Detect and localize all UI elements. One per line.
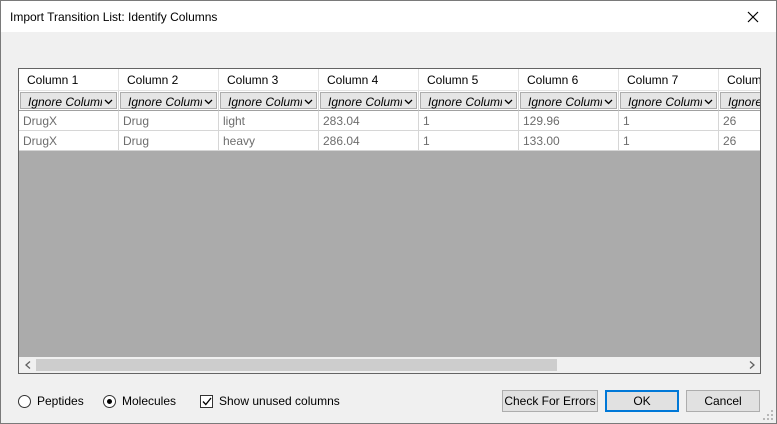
column-header[interactable]: Column 3	[219, 69, 319, 91]
column-type-value: Ignore Column	[628, 95, 702, 109]
table-cell[interactable]: 1	[419, 131, 519, 151]
column-type-value: Ignore Column	[528, 95, 602, 109]
radio-selected-dot	[107, 398, 112, 404]
cancel-button[interactable]: Cancel	[686, 390, 760, 412]
table-cell[interactable]: Drug	[119, 131, 219, 151]
column-type-cell: Ignore Column	[719, 91, 760, 111]
column-type-cell: Ignore Column	[219, 91, 319, 111]
column-header[interactable]: Column 2	[119, 69, 219, 91]
window-title: Import Transition List: Identify Columns	[10, 10, 218, 24]
header-row: Column 1 Column 2 Column 3 Column 4 Colu…	[19, 69, 760, 91]
table-cell[interactable]: DrugX	[19, 111, 119, 131]
column-type-dropdown[interactable]: Ignore Column	[320, 92, 417, 109]
column-type-value: Ignore Column	[128, 95, 202, 109]
chevron-down-icon	[404, 99, 413, 105]
chevron-down-icon	[304, 99, 313, 105]
table-cell[interactable]: 26	[719, 111, 760, 131]
show-unused-columns-label[interactable]: Show unused columns	[219, 394, 340, 408]
column-type-dropdown[interactable]: Ignore Column	[120, 92, 217, 109]
column-type-value: Ignore Column	[328, 95, 402, 109]
peptides-radio[interactable]: Peptides	[18, 394, 84, 408]
peptides-radio-label[interactable]: Peptides	[37, 394, 84, 408]
column-type-cell: Ignore Column	[19, 91, 119, 111]
close-icon	[747, 11, 759, 22]
table-row: DrugX Drug light 283.04 1 129.96 1 26	[19, 111, 760, 131]
table-cell[interactable]: heavy	[219, 131, 319, 151]
column-header[interactable]: Column 5	[419, 69, 519, 91]
column-type-value: Ignore Column	[428, 95, 502, 109]
columns-grid[interactable]: Column 1 Column 2 Column 3 Column 4 Colu…	[18, 68, 761, 374]
show-unused-columns-box[interactable]	[200, 394, 213, 408]
column-type-dropdown[interactable]: Ignore Column	[620, 92, 717, 109]
column-header[interactable]: Column 4	[319, 69, 419, 91]
ok-button[interactable]: OK	[605, 390, 679, 412]
table-cell[interactable]: 133.00	[519, 131, 619, 151]
molecules-radio[interactable]: Molecules	[103, 394, 176, 408]
chevron-down-icon	[604, 99, 613, 105]
table-cell[interactable]: Drug	[119, 111, 219, 131]
chevron-down-icon	[204, 99, 213, 105]
check-for-errors-button[interactable]: Check For Errors	[502, 390, 598, 412]
column-type-row: Ignore Column Ignore Column Ignore Colum…	[19, 91, 760, 111]
table-cell[interactable]: 286.04	[319, 131, 419, 151]
scroll-thumb[interactable]	[36, 359, 557, 371]
molecules-radio-circle[interactable]	[103, 394, 116, 408]
scroll-left-button[interactable]	[19, 357, 36, 373]
table-cell[interactable]: 1	[619, 111, 719, 131]
table-cell[interactable]: 283.04	[319, 111, 419, 131]
column-type-value: Ignore Column	[28, 95, 102, 109]
column-type-cell: Ignore Column	[419, 91, 519, 111]
checkmark-icon	[202, 397, 212, 405]
table-cell[interactable]: DrugX	[19, 131, 119, 151]
scroll-left-icon	[24, 361, 30, 369]
table-cell[interactable]: light	[219, 111, 319, 131]
column-type-cell: Ignore Column	[519, 91, 619, 111]
table-cell[interactable]: 129.96	[519, 111, 619, 131]
column-type-dropdown[interactable]: Ignore Column	[420, 92, 517, 109]
title-bar: Import Transition List: Identify Columns	[1, 1, 776, 32]
column-type-value: Ignore Column	[728, 95, 760, 109]
chevron-down-icon	[704, 99, 713, 105]
column-type-dropdown[interactable]: Ignore Column	[20, 92, 117, 109]
chevron-down-icon	[504, 99, 513, 105]
column-type-dropdown[interactable]: Ignore Column	[520, 92, 617, 109]
table-cell[interactable]: 26	[719, 131, 760, 151]
import-transition-list-dialog: Import Transition List: Identify Columns…	[0, 0, 777, 424]
column-type-cell: Ignore Column	[119, 91, 219, 111]
horizontal-scrollbar[interactable]	[19, 357, 760, 373]
table-cell[interactable]: 1	[419, 111, 519, 131]
resize-grip-icon[interactable]	[762, 409, 774, 421]
chevron-down-icon	[104, 99, 113, 105]
table-row: DrugX Drug heavy 286.04 1 133.00 1 26	[19, 131, 760, 151]
column-type-cell: Ignore Column	[619, 91, 719, 111]
show-unused-columns-checkbox[interactable]: Show unused columns	[200, 394, 340, 408]
column-type-dropdown[interactable]: Ignore Column	[720, 92, 760, 109]
scroll-right-button[interactable]	[743, 357, 760, 373]
column-header[interactable]: Column 6	[519, 69, 619, 91]
column-header[interactable]: Column 8	[719, 69, 760, 91]
scroll-right-icon	[749, 361, 755, 369]
table-cell[interactable]: 1	[619, 131, 719, 151]
grid-viewport: Column 1 Column 2 Column 3 Column 4 Colu…	[19, 69, 760, 357]
molecules-radio-label[interactable]: Molecules	[122, 394, 176, 408]
column-type-dropdown[interactable]: Ignore Column	[220, 92, 317, 109]
column-type-cell: Ignore Column	[319, 91, 419, 111]
peptides-radio-circle[interactable]	[18, 394, 31, 408]
close-button[interactable]	[730, 1, 776, 32]
column-header[interactable]: Column 7	[619, 69, 719, 91]
column-header[interactable]: Column 1	[19, 69, 119, 91]
column-type-value: Ignore Column	[228, 95, 302, 109]
